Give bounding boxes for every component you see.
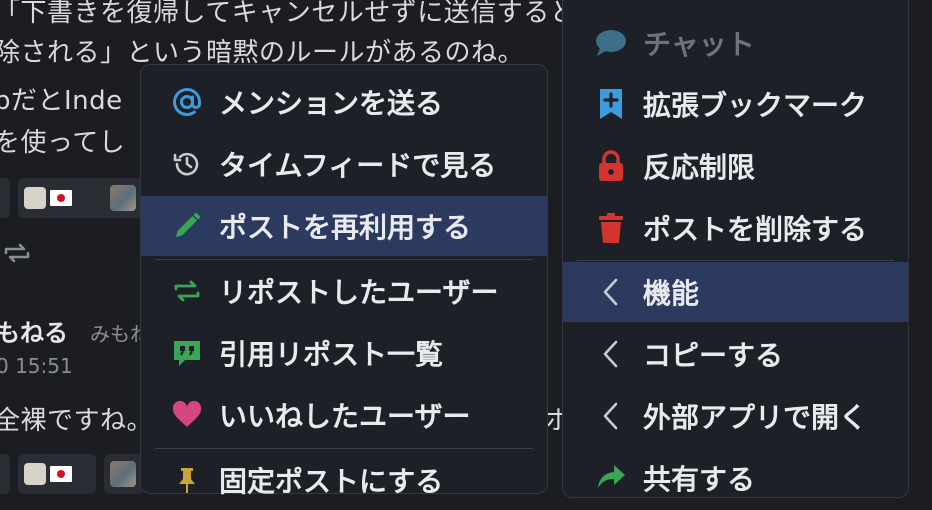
chat-icon — [593, 25, 629, 61]
menu-item-reaction-limit[interactable]: 反応制限 — [563, 136, 908, 196]
trash-icon — [593, 210, 629, 246]
menu-item-quote-list[interactable]: 引用リポスト一覧 — [141, 323, 547, 383]
menu-item-pin-post[interactable]: 固定ポストにする — [141, 450, 547, 510]
note-text-line: 「下書きを復帰してキャンセルせずに送信すると — [0, 0, 577, 28]
menu-item-liked-users[interactable]: いいねしたユーザー — [141, 385, 547, 445]
share-icon — [593, 460, 629, 496]
quote-icon — [169, 335, 205, 371]
reaction-chip[interactable] — [18, 454, 96, 494]
note-more-menu: チャット 拡張ブックマーク 反応制限 ポストを削除する 機能 コピーする 外部ア… — [562, 0, 909, 498]
timestamp[interactable]: 0 15:51 — [0, 354, 73, 378]
emoji-icon — [24, 187, 46, 209]
note-context-menu: メンションを送る タイムフィードで見る ポストを再利用する リポストしたユーザー… — [140, 64, 548, 498]
menu-item-chat[interactable]: チャット — [563, 13, 908, 73]
chevron-left-icon — [593, 398, 629, 434]
menu-item-label: 固定ポストにする — [219, 465, 444, 498]
note-text-line: を使ってし — [0, 128, 126, 158]
menu-item-reuse-post[interactable]: ポストを再利用する — [141, 196, 547, 256]
repost-icon — [169, 273, 205, 309]
menu-item-delete-post[interactable]: ポストを削除する — [563, 198, 908, 258]
reaction-chip[interactable] — [104, 454, 144, 494]
note-text-line: 全裸ですね。 — [0, 406, 154, 436]
menu-item-label: リポストしたユーザー — [219, 276, 499, 309]
menu-item-open-external-app[interactable]: 外部アプリで開く — [563, 386, 908, 446]
menu-item-label: 機能 — [643, 277, 700, 310]
menu-item-label: 引用リポスト一覧 — [219, 338, 444, 371]
menu-item-label: メンションを送る — [219, 87, 444, 120]
bookmark-plus-icon — [593, 86, 629, 122]
menu-divider — [155, 259, 533, 260]
menu-item-label: いいねしたユーザー — [219, 400, 471, 433]
at-icon — [169, 84, 205, 120]
emoji-icon — [24, 463, 46, 485]
menu-item-label: 拡張ブックマーク — [643, 89, 868, 122]
user-display-name[interactable]: もねる — [0, 313, 68, 348]
menu-item-extended-bookmark[interactable]: 拡張ブックマーク — [563, 74, 908, 134]
menu-item-features[interactable]: 機能 — [563, 262, 908, 322]
menu-item-label: 共有する — [643, 463, 756, 496]
menu-item-reposted-users[interactable]: リポストしたユーザー — [141, 261, 547, 321]
menu-divider — [577, 260, 894, 261]
menu-item-share[interactable]: 共有する — [563, 448, 908, 508]
note-text-line: bだとInde — [0, 86, 123, 116]
menu-item-label: チャット — [643, 28, 755, 61]
reaction-chip[interactable] — [0, 454, 10, 494]
image-emoji-icon — [110, 461, 136, 487]
menu-divider — [155, 448, 533, 449]
history-icon — [169, 146, 205, 182]
heart-icon — [169, 397, 205, 433]
menu-item-label: コピーする — [643, 339, 784, 372]
image-emoji-icon — [110, 185, 136, 211]
pencil-icon — [169, 208, 205, 244]
menu-item-mention[interactable]: メンションを送る — [141, 72, 547, 132]
menu-item-label: 反応制限 — [643, 151, 756, 184]
chevron-left-icon — [593, 336, 629, 372]
japan-flag-icon — [50, 190, 72, 206]
menu-item-label: ポストを削除する — [643, 213, 868, 246]
lock-icon — [593, 148, 629, 184]
menu-item-label: タイムフィードで見る — [219, 149, 497, 182]
pin-icon — [169, 462, 205, 498]
reaction-chip[interactable] — [0, 178, 10, 218]
reaction-chip[interactable] — [104, 178, 144, 218]
menu-item-time-feed[interactable]: タイムフィードで見る — [141, 134, 547, 194]
menu-item-label: 外部アプリで開く — [643, 401, 868, 434]
chevron-left-icon — [593, 274, 629, 310]
menu-item-label: ポストを再利用する — [219, 211, 472, 244]
menu-item-copy[interactable]: コピーする — [563, 324, 908, 384]
repost-icon[interactable] — [2, 238, 32, 268]
